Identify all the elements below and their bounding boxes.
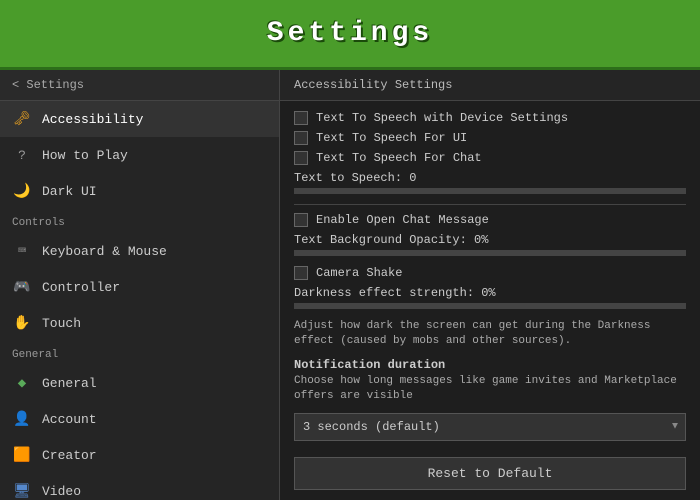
- sidebar-item-label: Keyboard & Mouse: [42, 244, 167, 259]
- question-icon: ?: [12, 145, 32, 165]
- creator-icon: 🟧: [12, 445, 32, 465]
- tts-chat-row: Text To Speech For Chat: [294, 151, 686, 165]
- tts-ui-label: Text To Speech For UI: [316, 131, 467, 145]
- touch-icon: ✋: [12, 313, 32, 333]
- camera-shake-label: Camera Shake: [316, 266, 402, 280]
- darkness-description: Adjust how dark the screen can get durin…: [294, 319, 686, 350]
- tts-ui-row: Text To Speech For UI: [294, 131, 686, 145]
- tts-slider-label: Text to Speech: 0: [294, 171, 686, 185]
- key-icon: 🗝: [12, 109, 32, 129]
- breadcrumb[interactable]: < Settings: [0, 70, 279, 101]
- sidebar-item-darkui[interactable]: 🌙 Dark UI: [0, 173, 279, 209]
- tts-chat-checkbox[interactable]: [294, 151, 308, 165]
- moon-icon: 🌙: [12, 181, 32, 201]
- open-chat-label: Enable Open Chat Message: [316, 213, 489, 227]
- app-header: Settings: [0, 0, 700, 70]
- controller-icon: 🎮: [12, 277, 32, 297]
- controls-section-label: Controls: [0, 209, 279, 233]
- sidebar-item-controller[interactable]: 🎮 Controller: [0, 269, 279, 305]
- open-chat-row: Enable Open Chat Message: [294, 213, 686, 227]
- keyboard-icon: ⌨: [12, 241, 32, 261]
- sidebar-item-label: Controller: [42, 280, 120, 295]
- content-body: Text To Speech with Device Settings Text…: [280, 101, 700, 500]
- sidebar-item-touch[interactable]: ✋ Touch: [0, 305, 279, 341]
- sidebar-item-creator[interactable]: 🟧 Creator: [0, 437, 279, 473]
- sidebar-item-label: Touch: [42, 316, 81, 331]
- sidebar-item-label: Video: [42, 484, 81, 499]
- page-title: Settings: [267, 18, 433, 49]
- sidebar-item-label: Dark UI: [42, 184, 97, 199]
- notification-dropdown[interactable]: 3 seconds (default) 1 second 2 seconds 5…: [294, 413, 686, 441]
- notification-desc: Choose how long messages like game invit…: [294, 374, 686, 405]
- tts-device-row: Text To Speech with Device Settings: [294, 111, 686, 125]
- notification-section: Notification duration Choose how long me…: [294, 358, 686, 441]
- sidebar-item-account[interactable]: 👤 Account: [0, 401, 279, 437]
- tts-ui-checkbox[interactable]: [294, 131, 308, 145]
- notification-dropdown-wrapper: 3 seconds (default) 1 second 2 seconds 5…: [294, 413, 686, 441]
- sidebar-item-label: General: [42, 376, 97, 391]
- sidebar-item-keyboard[interactable]: ⌨ Keyboard & Mouse: [0, 233, 279, 269]
- bg-opacity-label: Text Background Opacity: 0%: [294, 233, 686, 247]
- sidebar-item-label: How to Play: [42, 148, 128, 163]
- content-panel: Accessibility Settings Text To Speech wi…: [280, 70, 700, 500]
- tts-device-label: Text To Speech with Device Settings: [316, 111, 568, 125]
- darkness-slider[interactable]: [294, 303, 686, 309]
- darkness-label: Darkness effect strength: 0%: [294, 286, 686, 300]
- sidebar-item-label: Account: [42, 412, 97, 427]
- video-icon: 🖥: [12, 481, 32, 500]
- sidebar-item-general[interactable]: ◆ General: [0, 365, 279, 401]
- account-icon: 👤: [12, 409, 32, 429]
- sidebar-item-howtoplay[interactable]: ? How to Play: [0, 137, 279, 173]
- notification-title: Notification duration: [294, 358, 686, 372]
- tts-chat-label: Text To Speech For Chat: [316, 151, 482, 165]
- sidebar-item-accessibility[interactable]: 🗝 Accessibility: [0, 101, 279, 137]
- reset-button[interactable]: Reset to Default: [294, 457, 686, 490]
- sidebar-item-video[interactable]: 🖥 Video: [0, 473, 279, 500]
- bg-opacity-slider[interactable]: [294, 250, 686, 256]
- breadcrumb-label: < Settings: [12, 78, 84, 92]
- general-icon: ◆: [12, 373, 32, 393]
- sidebar-item-label: Accessibility: [42, 112, 143, 127]
- divider-1: [294, 204, 686, 205]
- camera-shake-checkbox[interactable]: [294, 266, 308, 280]
- main-container: < Settings 🗝 Accessibility ? How to Play…: [0, 70, 700, 500]
- content-header: Accessibility Settings: [280, 70, 700, 101]
- tts-slider[interactable]: [294, 188, 686, 194]
- camera-shake-row: Camera Shake: [294, 266, 686, 280]
- tts-device-checkbox[interactable]: [294, 111, 308, 125]
- general-section-label: General: [0, 341, 279, 365]
- open-chat-checkbox[interactable]: [294, 213, 308, 227]
- sidebar-item-label: Creator: [42, 448, 97, 463]
- sidebar: < Settings 🗝 Accessibility ? How to Play…: [0, 70, 280, 500]
